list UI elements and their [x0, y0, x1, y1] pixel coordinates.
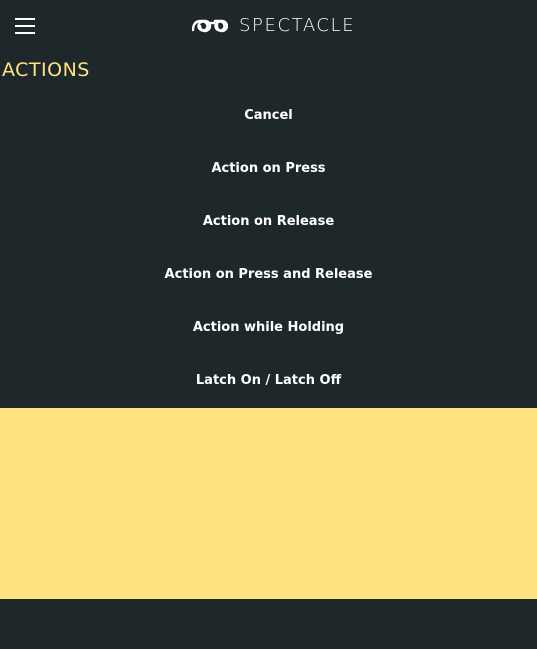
- action-list: Cancel Action on Press Action on Release…: [0, 89, 537, 407]
- action-item-on-press-and-release[interactable]: Action on Press and Release: [0, 248, 537, 301]
- action-item-on-release[interactable]: Action on Release: [0, 195, 537, 248]
- action-item-on-press[interactable]: Action on Press: [0, 142, 537, 195]
- highlight-panel: [0, 408, 537, 599]
- spectacles-logo-icon: [192, 19, 228, 33]
- brand-name: SPECTACLE: [239, 15, 356, 36]
- menu-button[interactable]: [12, 13, 38, 39]
- hamburger-icon: [12, 18, 38, 34]
- action-item-cancel[interactable]: Cancel: [0, 89, 537, 142]
- section-title: ACTIONS: [2, 59, 90, 81]
- action-item-latch-toggle[interactable]: Latch On / Latch Off: [0, 354, 537, 407]
- app-header: SPECTACLE: [0, 0, 537, 52]
- brand[interactable]: SPECTACLE: [192, 13, 355, 39]
- action-item-while-holding[interactable]: Action while Holding: [0, 301, 537, 354]
